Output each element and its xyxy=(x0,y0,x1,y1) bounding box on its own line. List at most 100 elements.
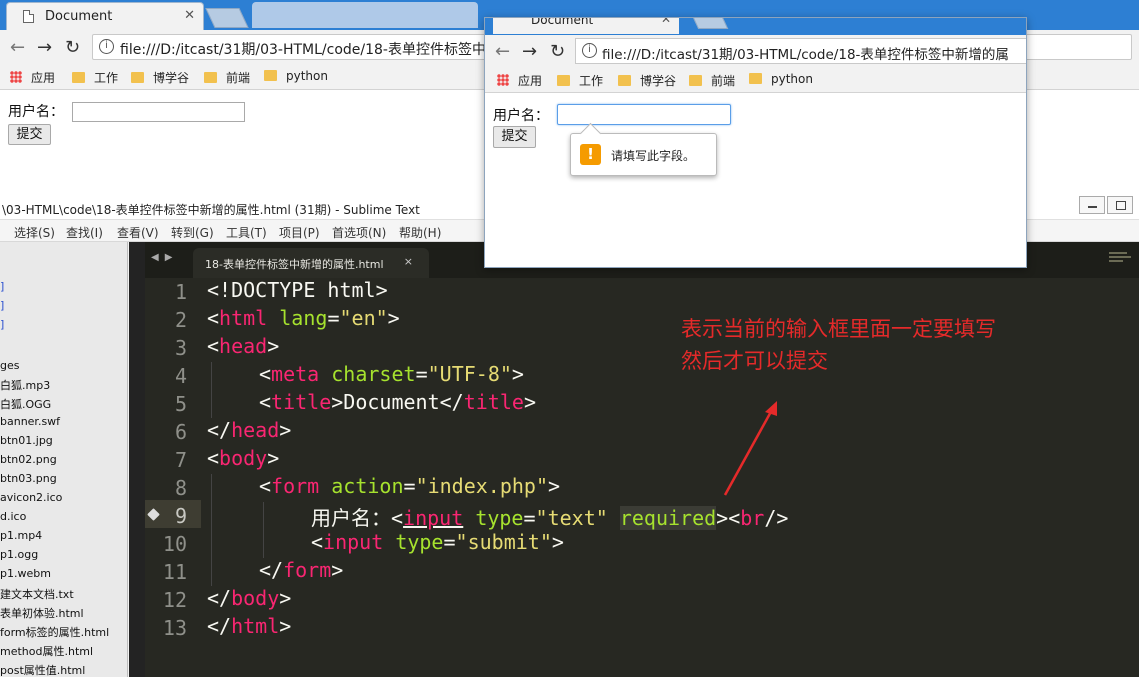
editor-tab[interactable]: 18-表单控件标签中新增的属性.html × xyxy=(193,248,429,278)
line-number: 5 xyxy=(174,392,187,416)
sidebar-item[interactable]: btn03.png xyxy=(0,472,57,485)
folder-icon xyxy=(618,75,631,86)
annotation-line-1: 表示当前的输入框里面一定要填写 xyxy=(681,317,996,341)
line-number: 1 xyxy=(174,280,187,304)
folder-icon xyxy=(264,70,277,81)
line-gutter: 1 2 3 4 5 6 7 8 9 10 11 12 13 xyxy=(145,278,201,677)
validation-tooltip: ! 请填写此字段。 xyxy=(570,133,717,176)
sidebar-item[interactable]: form标签的属性.html xyxy=(0,624,109,640)
indent-guide xyxy=(263,502,264,558)
tab-close-icon[interactable]: ✕ xyxy=(184,8,195,23)
annotation-line-2: 然后才可以提交 xyxy=(681,349,828,373)
folder-icon xyxy=(689,75,702,86)
fg-submit-button[interactable]: 提交 xyxy=(493,126,536,148)
document-icon xyxy=(23,10,34,23)
fg-bookmark-apps[interactable]: 应用 xyxy=(497,72,542,89)
sidebar-item[interactable]: 表单初体验.html xyxy=(0,605,84,621)
foreground-browser-window: Document ✕ ← → ↻ i file:///D:/itcast/31期… xyxy=(484,17,1027,268)
bookmark-python[interactable]: python xyxy=(264,69,328,83)
bookmark-apps[interactable]: 应用 xyxy=(10,69,55,86)
minimize-icon[interactable] xyxy=(1079,196,1105,214)
line-number: 7 xyxy=(174,448,187,472)
new-tab-button[interactable] xyxy=(205,8,249,28)
folder-icon xyxy=(749,73,762,84)
fg-address-bar[interactable]: i file:///D:/itcast/31期/03-HTML/code/18-… xyxy=(575,38,1026,64)
menu-project[interactable]: 项目(P) xyxy=(279,224,320,241)
menu-preferences[interactable]: 首选项(N) xyxy=(332,224,386,241)
sidebar-item[interactable]: post属性值.html xyxy=(0,662,85,677)
warning-icon: ! xyxy=(580,144,601,165)
inactive-tab[interactable] xyxy=(252,2,478,28)
fg-page-content: 用户名： 提交 ! 请填写此字段。 xyxy=(485,93,1026,267)
indent-guide xyxy=(211,362,212,418)
sidebar-item[interactable]: ges xyxy=(0,359,19,372)
info-icon[interactable]: i xyxy=(99,39,114,54)
sidebar-item[interactable]: 白狐.mp3 xyxy=(0,377,50,393)
bookmark-boxuegu[interactable]: 博学谷 xyxy=(131,69,189,86)
fg-new-tab-button[interactable] xyxy=(691,18,729,29)
menu-view[interactable]: 查看(V) xyxy=(117,224,159,241)
menu-find[interactable]: 查找(I) xyxy=(66,224,103,241)
minimap[interactable] xyxy=(1109,250,1133,274)
code-line: </head> xyxy=(207,418,292,442)
fg-bookmark-python[interactable]: python xyxy=(749,72,813,86)
menu-goto[interactable]: 转到(G) xyxy=(171,224,214,241)
apps-icon xyxy=(497,74,509,86)
submit-button[interactable]: 提交 xyxy=(8,124,51,145)
code-line: </form> xyxy=(259,558,344,582)
sidebar-item[interactable]: btn01.jpg xyxy=(0,434,53,447)
sidebar-item[interactable]: p1.mp4 xyxy=(0,529,42,542)
sidebar-item[interactable]: avicon2.ico xyxy=(0,491,62,504)
tab-title: Document xyxy=(45,9,113,24)
line-number: 6 xyxy=(174,420,187,444)
fg-tab-strip: Document ✕ xyxy=(485,18,1026,35)
line-number: 4 xyxy=(174,364,187,388)
sidebar-item[interactable]: p1.ogg xyxy=(0,548,38,561)
folder-icon xyxy=(204,72,217,83)
username-input[interactable] xyxy=(72,102,245,122)
reload-icon[interactable]: ↻ xyxy=(65,37,80,58)
sidebar-item[interactable]: d.ico xyxy=(0,510,26,523)
sidebar-item[interactable]: ] xyxy=(0,318,4,331)
fg-forward-icon[interactable]: → xyxy=(522,41,537,62)
editor-tab-close-icon[interactable]: × xyxy=(404,255,413,268)
fg-info-icon[interactable]: i xyxy=(582,43,597,58)
username-label: 用户名： xyxy=(8,104,64,120)
fg-tab-document[interactable]: Document ✕ xyxy=(493,18,679,34)
menu-help[interactable]: 帮助(H) xyxy=(399,224,441,241)
fg-bookmark-boxuegu[interactable]: 博学谷 xyxy=(618,72,676,89)
menu-selection[interactable]: 选择(S) xyxy=(14,224,55,241)
sidebar-item[interactable]: ] xyxy=(0,299,4,312)
code-line: <meta charset="UTF-8"> xyxy=(259,362,524,386)
back-icon[interactable]: ← xyxy=(10,37,25,58)
tab-nav-arrows-icon[interactable]: ◀▶ xyxy=(151,252,178,263)
window-title: \03-HTML\code\18-表单控件标签中新增的属性.html (31期)… xyxy=(2,203,420,217)
sidebar-item[interactable]: banner.swf xyxy=(0,415,60,428)
code-line: <!DOCTYPE html> xyxy=(207,278,388,302)
sidebar-item[interactable]: method属性.html xyxy=(0,643,93,659)
line-number: 11 xyxy=(162,560,187,584)
folder-icon xyxy=(72,72,85,83)
sidebar-scrollbar[interactable] xyxy=(129,242,145,677)
fg-back-icon[interactable]: ← xyxy=(495,41,510,62)
line-number: 2 xyxy=(174,308,187,332)
sidebar-item[interactable]: 白狐.OGG xyxy=(0,396,51,412)
fg-tab-close-icon[interactable]: ✕ xyxy=(661,18,671,26)
fg-username-label: 用户名： xyxy=(493,108,549,124)
line-number: 9 xyxy=(174,504,187,528)
bookmark-work[interactable]: 工作 xyxy=(72,69,118,86)
sidebar-item[interactable]: 建文本文档.txt xyxy=(0,586,74,602)
sidebar-item[interactable]: p1.webm xyxy=(0,567,51,580)
sidebar-item[interactable]: btn02.png xyxy=(0,453,57,466)
tab-document[interactable]: Document ✕ xyxy=(6,2,204,30)
forward-icon[interactable]: → xyxy=(37,37,52,58)
code-line: </html> xyxy=(207,614,292,638)
bookmark-frontend[interactable]: 前端 xyxy=(204,69,250,86)
fg-username-input[interactable] xyxy=(557,104,731,125)
menu-tools[interactable]: 工具(T) xyxy=(226,224,267,241)
maximize-icon[interactable] xyxy=(1107,196,1133,214)
fg-reload-icon[interactable]: ↻ xyxy=(550,41,565,62)
fg-bookmark-work[interactable]: 工作 xyxy=(557,72,603,89)
fg-bookmark-frontend[interactable]: 前端 xyxy=(689,72,735,89)
sidebar-item[interactable]: ] xyxy=(0,280,4,293)
